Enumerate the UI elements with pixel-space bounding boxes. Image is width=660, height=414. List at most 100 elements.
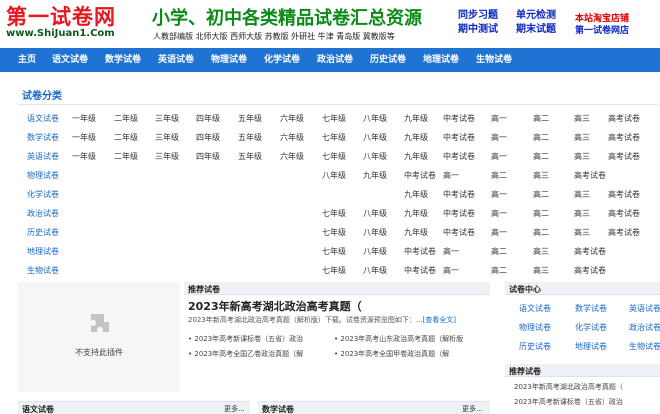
category-subject-link[interactable]: 化学试卷: [27, 189, 59, 200]
category-grade-link[interactable]: 高一: [491, 208, 507, 219]
category-grade-link[interactable]: 六年级: [280, 151, 304, 162]
nav-geography[interactable]: 地理试卷: [423, 48, 459, 72]
header-link-midterm[interactable]: 期中测试: [458, 24, 498, 36]
category-grade-link[interactable]: 高二: [533, 151, 549, 162]
category-grade-link[interactable]: 高考试卷: [608, 227, 640, 238]
category-grade-link[interactable]: 七年级: [322, 132, 346, 143]
shop-name-link[interactable]: 第一试卷网店: [575, 26, 629, 37]
category-grade-link[interactable]: 高二: [491, 170, 507, 181]
category-grade-link[interactable]: 九年级: [404, 151, 428, 162]
category-subject-link[interactable]: 历史试卷: [27, 227, 59, 238]
category-grade-link[interactable]: 六年级: [280, 113, 304, 124]
category-grade-link[interactable]: 八年级: [363, 208, 387, 219]
category-grade-link[interactable]: 高一: [491, 189, 507, 200]
exam-center-biology[interactable]: 生物试卷: [629, 341, 660, 352]
category-grade-link[interactable]: 八年级: [363, 151, 387, 162]
category-grade-link[interactable]: 二年级: [114, 113, 138, 124]
category-grade-link[interactable]: 高三: [533, 265, 549, 276]
category-grade-link[interactable]: 九年级: [404, 113, 428, 124]
category-grade-link[interactable]: 高二: [533, 208, 549, 219]
exam-center-geography[interactable]: 地理试卷: [575, 341, 607, 352]
category-grade-link[interactable]: 高一: [491, 151, 507, 162]
nav-politics[interactable]: 政治试卷: [317, 48, 353, 72]
category-grade-link[interactable]: 高三: [574, 208, 590, 219]
category-grade-link[interactable]: 七年级: [322, 113, 346, 124]
category-grade-link[interactable]: 四年级: [196, 151, 220, 162]
site-logo[interactable]: 第一试卷网 www.ShiJuan1.Com: [6, 6, 116, 40]
category-grade-link[interactable]: 中考试卷: [443, 132, 475, 143]
category-grade-link[interactable]: 高一: [443, 265, 459, 276]
shop-link[interactable]: 本站淘宝店铺: [575, 14, 629, 25]
category-grade-link[interactable]: 七年级: [322, 151, 346, 162]
category-grade-link[interactable]: 八年级: [322, 170, 346, 181]
category-grade-link[interactable]: 一年级: [72, 113, 96, 124]
category-grade-link[interactable]: 八年级: [363, 227, 387, 238]
category-grade-link[interactable]: 五年级: [238, 113, 262, 124]
exam-center-history[interactable]: 历史试卷: [519, 341, 551, 352]
category-grade-link[interactable]: 高一: [491, 132, 507, 143]
category-grade-link[interactable]: 中考试卷: [443, 208, 475, 219]
category-grade-link[interactable]: 四年级: [196, 132, 220, 143]
category-grade-link[interactable]: 中考试卷: [443, 151, 475, 162]
category-subject-link[interactable]: 语文试卷: [27, 113, 59, 124]
exam-center-chinese[interactable]: 语文试卷: [519, 303, 551, 314]
category-grade-link[interactable]: 高三: [574, 113, 590, 124]
category-grade-link[interactable]: 高二: [533, 189, 549, 200]
category-grade-link[interactable]: 高考试卷: [574, 265, 606, 276]
category-grade-link[interactable]: 高考试卷: [608, 113, 640, 124]
exam-center-english[interactable]: 英语试卷: [629, 303, 660, 314]
category-grade-link[interactable]: 高二: [533, 113, 549, 124]
header-link-final[interactable]: 期末试题: [516, 24, 556, 36]
category-grade-link[interactable]: 高考试卷: [574, 246, 606, 257]
sidebar-recommended-item[interactable]: 2023年高考新课标卷（五省）政治: [514, 397, 623, 407]
category-grade-link[interactable]: 高三: [574, 189, 590, 200]
category-grade-link[interactable]: 高考试卷: [608, 208, 640, 219]
category-grade-link[interactable]: 高三: [574, 132, 590, 143]
category-grade-link[interactable]: 一年级: [72, 132, 96, 143]
nav-english[interactable]: 英语试卷: [158, 48, 194, 72]
nav-home[interactable]: 主页: [18, 48, 36, 72]
category-grade-link[interactable]: 四年级: [196, 113, 220, 124]
category-subject-link[interactable]: 英语试卷: [27, 151, 59, 162]
category-grade-link[interactable]: 五年级: [238, 151, 262, 162]
category-grade-link[interactable]: 高二: [491, 246, 507, 257]
recommended-item[interactable]: • 2023年高考山东政治高考真题（解析版: [334, 334, 463, 344]
category-grade-link[interactable]: 七年级: [322, 227, 346, 238]
nav-chemistry[interactable]: 化学试卷: [264, 48, 300, 72]
read-more-link[interactable]: [查看全文]: [423, 316, 456, 324]
recommended-item[interactable]: • 2023年高考全国甲卷政治真题（解: [334, 349, 449, 359]
category-grade-link[interactable]: 七年级: [322, 208, 346, 219]
category-grade-link[interactable]: 高考试卷: [574, 170, 606, 181]
category-grade-link[interactable]: 中考试卷: [404, 170, 436, 181]
exam-center-politics[interactable]: 政治试卷: [629, 322, 660, 333]
header-link-unit-test[interactable]: 单元检测: [516, 10, 556, 22]
category-grade-link[interactable]: 九年级: [404, 132, 428, 143]
category-grade-link[interactable]: 高一: [491, 227, 507, 238]
category-grade-link[interactable]: 七年级: [322, 265, 346, 276]
category-subject-link[interactable]: 数学试卷: [27, 132, 59, 143]
category-grade-link[interactable]: 一年级: [72, 151, 96, 162]
category-grade-link[interactable]: 高三: [574, 151, 590, 162]
nav-physics[interactable]: 物理试卷: [211, 48, 247, 72]
category-grade-link[interactable]: 高一: [443, 170, 459, 181]
category-grade-link[interactable]: 八年级: [363, 246, 387, 257]
category-grade-link[interactable]: 中考试卷: [443, 227, 475, 238]
category-grade-link[interactable]: 高考试卷: [608, 189, 640, 200]
category-grade-link[interactable]: 九年级: [404, 227, 428, 238]
exam-center-math[interactable]: 数学试卷: [575, 303, 607, 314]
category-grade-link[interactable]: 高三: [574, 227, 590, 238]
category-grade-link[interactable]: 中考试卷: [443, 189, 475, 200]
category-grade-link[interactable]: 中考试卷: [404, 246, 436, 257]
nav-math[interactable]: 数学试卷: [105, 48, 141, 72]
category-grade-link[interactable]: 高考试卷: [608, 132, 640, 143]
recommended-title[interactable]: 2023年新高考湖北政治高考真题（: [188, 298, 362, 314]
nav-history[interactable]: 历史试卷: [370, 48, 406, 72]
category-subject-link[interactable]: 物理试卷: [27, 170, 59, 181]
category-grade-link[interactable]: 七年级: [322, 246, 346, 257]
sidebar-recommended-item[interactable]: 2023年新高考湖北政治高考真题（: [514, 382, 623, 392]
category-subject-link[interactable]: 政治试卷: [27, 208, 59, 219]
category-grade-link[interactable]: 八年级: [363, 265, 387, 276]
category-grade-link[interactable]: 二年级: [114, 132, 138, 143]
category-grade-link[interactable]: 三年级: [155, 113, 179, 124]
header-link-sync-exercises[interactable]: 同步习题: [458, 10, 498, 22]
